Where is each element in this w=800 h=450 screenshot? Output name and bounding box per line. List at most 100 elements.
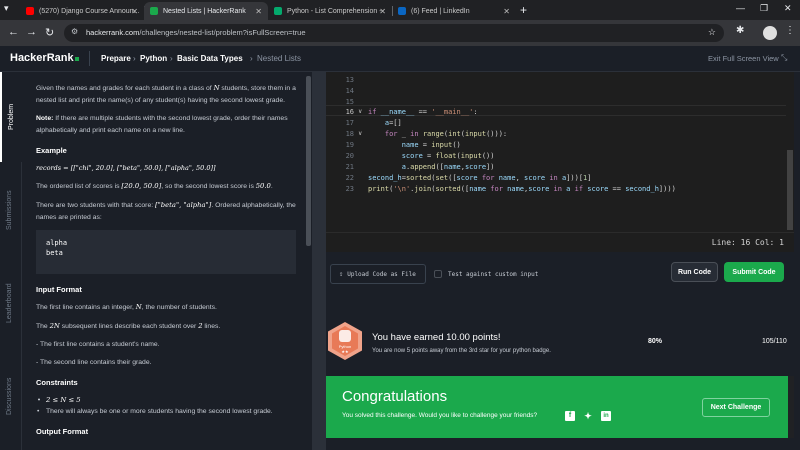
w3schools-icon [274,7,282,15]
next-challenge-button[interactable]: Next Challenge [702,398,770,417]
line-number: 13 [345,76,354,84]
close-icon[interactable]: ✕ [131,7,138,16]
input-line-4: - The second line contains their grade. [36,359,152,366]
line-number: 14 [345,87,354,95]
bookmark-star-icon[interactable]: ☆ [708,27,716,38]
tab-label: Nested Lists | HackerRank [163,7,246,15]
text: There are two students with that score: [36,202,156,209]
points-title: You have earned 10.00 points! [372,332,501,343]
url-text[interactable]: hackerrank.com/challenges/nested-list/pr… [86,28,306,37]
fold-chevron-icon[interactable]: ∨ [358,130,362,137]
congrats-message: You solved this challenge. Would you lik… [342,412,538,419]
input-line-3: - The first line contains a student's na… [36,341,160,348]
url-path: /challenges/nested-list/problem?isFullSc… [139,28,306,37]
tab-discussions-label: Discussions [6,377,13,415]
avatar[interactable] [763,26,777,40]
upload-label: Upload Code as File [347,270,416,278]
code-line[interactable]: score = float(input()) [368,152,495,160]
input-format-heading: Input Format [36,285,82,294]
code-line[interactable]: a.append([name,score]) [368,163,495,171]
tab-label: (5270) Django Course Announ... [39,7,140,15]
problem-note: Note: If there are multiple students wit… [36,113,296,137]
custom-input-checkbox[interactable] [434,270,442,278]
editor-scrollbar[interactable] [786,72,794,232]
example-heading: Example [36,146,67,155]
python-icon [339,330,351,342]
problem-scrollbar[interactable] [304,72,312,450]
hackerrank-logo[interactable]: HackerRank [10,52,79,64]
tab-submissions[interactable]: Submissions [0,162,22,257]
breadcrumb-basic-data-types[interactable]: Basic Data Types [177,54,243,63]
points-percent: 80% [648,338,663,345]
restore-icon[interactable]: ❐ [760,3,768,14]
close-icon[interactable]: ✕ [255,7,262,16]
editor-status: Line: 16 Col: 1 [326,232,794,252]
code-line[interactable]: print('\n'.join(sorted([name for name,sc… [368,185,676,193]
example-records: records = [["chi", 20.0], ["beta", 50.0]… [36,164,216,172]
breadcrumb-python[interactable]: Python [140,54,167,63]
upload-code-button[interactable]: ⇪ Upload Code as File [330,264,426,284]
close-icon[interactable]: ✕ [379,7,386,16]
code-line[interactable]: a=[] [368,119,402,127]
output-format-heading: Output Format [36,427,89,436]
text: The first line contains an integer, [36,304,136,311]
line-gutter: 13 14 15 16 17 18 19 20 21 22 23 [326,72,356,232]
tab-youtube[interactable]: (5270) Django Course Announ... ✕ [20,2,145,20]
fold-chevron-icon[interactable]: ∨ [358,108,362,115]
tab-w3schools[interactable]: Python - List Comprehension - ✕ [268,2,393,20]
python-badge: Python ★★ [328,322,362,360]
tab-problem[interactable]: Problem [0,72,22,162]
submit-code-button[interactable]: Submit Code [724,262,784,282]
math: 50.0 [255,182,271,190]
tab-linkedin[interactable]: (6) Feed | LinkedIn ✕ [392,2,516,20]
points-subtitle: You are now 5 points away from the 3rd s… [372,348,551,354]
scrollbar-thumb[interactable] [787,150,793,230]
tab-bar: (5270) Django Course Announ... ✕ Nested … [0,0,800,20]
pane-divider[interactable] [312,72,326,450]
tab-discussions[interactable]: Discussions [0,347,22,450]
menu-icon[interactable]: ⋮ [785,25,795,36]
close-window-icon[interactable]: ✕ [784,3,792,14]
linkedin-share-icon[interactable]: in [601,411,611,421]
text: Given the names and grades for each stud… [36,85,214,92]
code-editor[interactable]: 13 14 15 16 17 18 19 20 21 22 23 ∨ ∨ if … [326,72,794,232]
minimize-icon[interactable]: — [736,3,745,13]
facebook-icon[interactable]: f [565,411,575,421]
code-line[interactable]: name = input() [368,141,461,149]
code-line[interactable]: if __name__ == '__main__': [368,108,478,116]
congrats-title: Congratulations [342,388,448,405]
tab-leaderboard[interactable]: Leaderboard [0,257,22,347]
tab-hackerrank[interactable]: Nested Lists | HackerRank ✕ [144,2,268,20]
forward-icon[interactable]: → [26,26,37,38]
breadcrumb-prepare[interactable]: Prepare [101,54,131,63]
tab-submissions-label: Submissions [6,190,13,230]
address-bar[interactable]: ⚙ hackerrank.com/challenges/nested-list/… [64,24,724,42]
chevron-right-icon: › [250,54,253,63]
twitter-icon[interactable]: ✦ [583,411,593,421]
congrats-banner: Congratulations You solved this challeng… [326,376,788,438]
extensions-icon[interactable]: ✱ [736,25,744,36]
upload-icon: ⇪ [339,270,344,278]
site-info-icon[interactable]: ⚙ [71,27,78,36]
line-number: 22 [345,174,354,182]
action-bar: ⇪ Upload Code as File Test against custom… [326,252,794,292]
custom-input-label[interactable]: Test against custom input [448,271,538,278]
constraint-item: 2 ≤ N ≤ 5 [36,394,296,406]
text: lines. [202,323,221,330]
two-students-text: There are two students with that score: … [36,199,296,224]
new-tab-icon[interactable]: + [520,3,527,17]
exit-fullscreen-link[interactable]: Exit Full Screen View [708,54,779,63]
line-number: 21 [345,163,354,171]
tab-search-icon[interactable]: ▾ [4,3,9,14]
code-line[interactable]: for _ in range(int(input())): [368,130,507,138]
back-icon[interactable]: ← [8,26,19,38]
close-icon[interactable]: ✕ [503,7,510,16]
code-line[interactable]: second_h=sorted(set([score for name, sco… [368,174,591,182]
scrollbar-thumb[interactable] [306,76,311,246]
reload-icon[interactable]: ↻ [45,26,54,39]
note-label: Note: [36,115,54,122]
exit-fullscreen-icon[interactable]: ⤡ [781,53,787,63]
run-code-button[interactable]: Run Code [671,262,718,282]
text: . [270,183,273,190]
constraints-heading: Constraints [36,378,78,387]
